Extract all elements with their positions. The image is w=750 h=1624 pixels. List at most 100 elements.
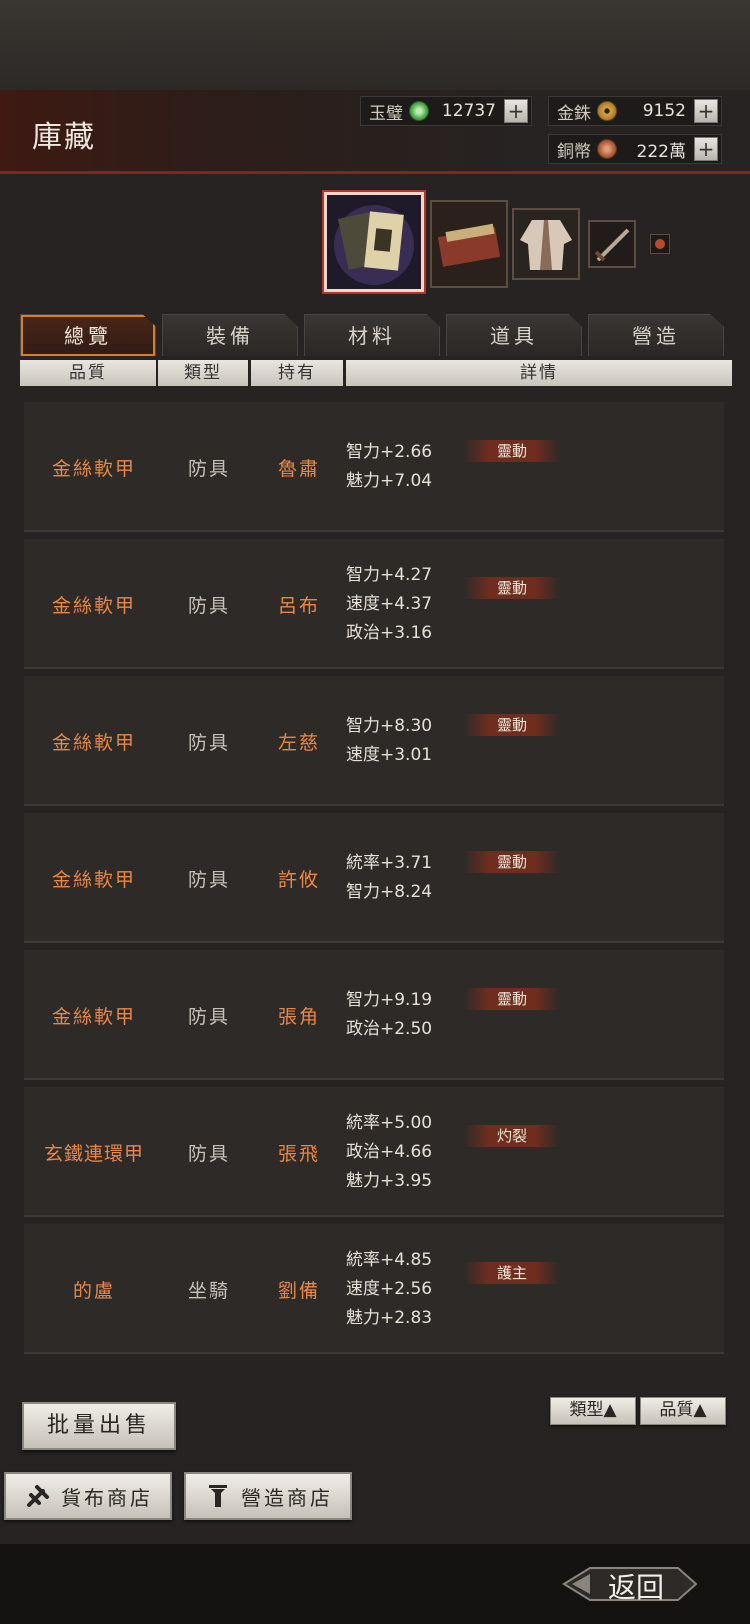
table-row[interactable]: 金絲軟甲 防具 許攸 統率+3.71 智力+8.24 靈動 [24,813,724,943]
currency-gold: 金銖 9152 + [548,96,722,126]
stat-line: 政治+2.50 [346,1019,433,1039]
item-type: 坐騎 [187,1279,230,1302]
table-row[interactable]: 玄鐵連環甲 防具 張飛 統率+5.00 政治+4.66 魅力+3.95 灼裂 [24,1087,724,1217]
column-type[interactable]: 類型 [158,360,248,386]
stat-line: 速度+3.01 [346,745,433,765]
gold-coin-icon [597,101,617,121]
currency-jade: 玉璧 12737 + [360,96,532,126]
back-button[interactable]: 返回 [560,1556,700,1612]
item-holder: 張飛 [277,1142,320,1165]
stat-line: 政治+3.16 [346,622,433,643]
tower-icon [209,1485,227,1507]
currency-value: 222萬 [636,141,686,162]
item-stats: 智力+2.66 魅力+7.04 [346,402,432,532]
item-name: 金絲軟甲 [51,868,136,891]
scroll-item-thumbnail[interactable] [430,200,508,288]
item-name: 金絲軟甲 [51,457,136,480]
currency-label: 銅幣 [557,141,591,162]
item-type: 防具 [187,1142,230,1165]
back-label: 返回 [607,1571,664,1604]
stat-line: 智力+8.30 [346,716,433,736]
table-row[interactable]: 金絲軟甲 防具 左慈 智力+8.30 速度+3.01 靈動 [24,676,724,806]
add-gold-button[interactable]: + [694,99,718,123]
item-holder: 左慈 [277,731,320,754]
item-name: 金絲軟甲 [51,594,136,617]
currency-copper: 銅幣 222萬 + [548,134,722,164]
item-stats: 統率+4.85 速度+2.56 魅力+2.83 [346,1224,432,1354]
top-decor-band [0,0,750,90]
robe-item-thumbnail[interactable] [512,208,580,280]
item-type: 防具 [187,1005,230,1028]
item-type: 防具 [187,731,230,754]
small-item-thumbnail[interactable] [650,234,670,254]
book-item-thumbnail[interactable] [324,192,424,292]
item-holder: 魯肅 [277,457,320,480]
table-row[interactable]: 金絲軟甲 防具 呂布 智力+4.27 速度+4.37 政治+3.16 靈動 [24,539,724,669]
item-name: 的盧 [72,1279,115,1302]
bulk-sell-button[interactable]: 批量出售 [22,1402,176,1450]
table-row[interactable]: 的盧 坐騎 劉備 統率+4.85 速度+2.56 魅力+2.83 護主 [24,1224,724,1354]
wrench-icon [27,1485,49,1507]
trait-badge: 護主 [464,1262,560,1284]
item-holder: 許攸 [277,868,320,891]
add-jade-button[interactable]: + [504,99,528,123]
trait-badge: 靈動 [464,440,560,462]
item-name: 金絲軟甲 [51,1005,136,1028]
scroll-icon [432,202,506,286]
item-type: 防具 [187,457,230,480]
column-holder[interactable]: 持有 [251,360,343,386]
item-stats: 智力+4.27 速度+4.37 政治+3.16 [346,539,432,669]
stat-line: 統率+5.00 [346,1112,433,1133]
stat-line: 統率+4.85 [346,1249,433,1270]
item-holder: 呂布 [277,594,320,617]
item-list[interactable]: 金絲軟甲 防具 魯肅 智力+2.66 魅力+7.04 靈動 金絲軟甲 防具 呂布… [24,394,724,1374]
stat-line: 速度+4.37 [346,593,433,614]
build-shop-label: 營造商店 [241,1485,333,1510]
tab-items[interactable]: 道具 [446,314,582,356]
item-stats: 智力+9.19 政治+2.50 [346,950,432,1080]
tab-materials[interactable]: 材料 [304,314,440,356]
stat-line: 智力+8.24 [346,882,433,902]
add-copper-button[interactable]: + [694,137,718,161]
stat-line: 智力+9.19 [346,990,433,1010]
item-type: 防具 [187,594,230,617]
stat-line: 魅力+3.95 [346,1170,433,1191]
stat-line: 統率+3.71 [346,853,433,873]
tab-equipment[interactable]: 裝備 [162,314,298,356]
sort-by-type-button[interactable]: 類型▲ [550,1397,636,1425]
table-row[interactable]: 金絲軟甲 防具 張角 智力+9.19 政治+2.50 靈動 [24,950,724,1080]
sword-item-thumbnail[interactable] [588,220,636,268]
item-stats: 統率+5.00 政治+4.66 魅力+3.95 [346,1087,432,1217]
currency-shop-button[interactable]: 貨布商店 [4,1472,172,1520]
stat-line: 速度+2.56 [346,1278,433,1299]
trait-badge: 靈動 [464,988,560,1010]
tab-construction[interactable]: 營造 [588,314,724,356]
trait-badge: 靈動 [464,851,560,873]
trait-badge: 靈動 [464,577,560,599]
stat-line: 魅力+7.04 [346,471,433,491]
robe-icon [514,210,578,278]
jade-coin-icon [409,101,429,121]
column-details[interactable]: 詳情 [346,360,732,386]
item-stats: 統率+3.71 智力+8.24 [346,813,432,943]
sword-icon [590,222,634,266]
page-title: 庫藏 [32,120,96,155]
item-holder: 劉備 [277,1279,320,1302]
currency-label: 金銖 [557,103,591,124]
item-type: 防具 [187,868,230,891]
table-row[interactable]: 金絲軟甲 防具 魯肅 智力+2.66 魅力+7.04 靈動 [24,402,724,532]
book-icon [327,195,421,289]
column-quality[interactable]: 品質 [20,360,156,386]
sort-by-quality-button[interactable]: 品質▲ [640,1397,726,1425]
tab-overview[interactable]: 總覽 [20,314,156,356]
currency-value: 12737 [441,101,496,121]
trait-badge: 靈動 [464,714,560,736]
build-shop-button[interactable]: 營造商店 [184,1472,352,1520]
trait-badge: 灼裂 [464,1125,560,1147]
stat-line: 智力+2.66 [346,442,433,462]
stat-line: 智力+4.27 [346,564,433,585]
item-name: 金絲軟甲 [51,731,136,754]
orb-icon [651,235,669,253]
currency-shop-label: 貨布商店 [61,1485,153,1510]
item-holder: 張角 [277,1005,320,1028]
